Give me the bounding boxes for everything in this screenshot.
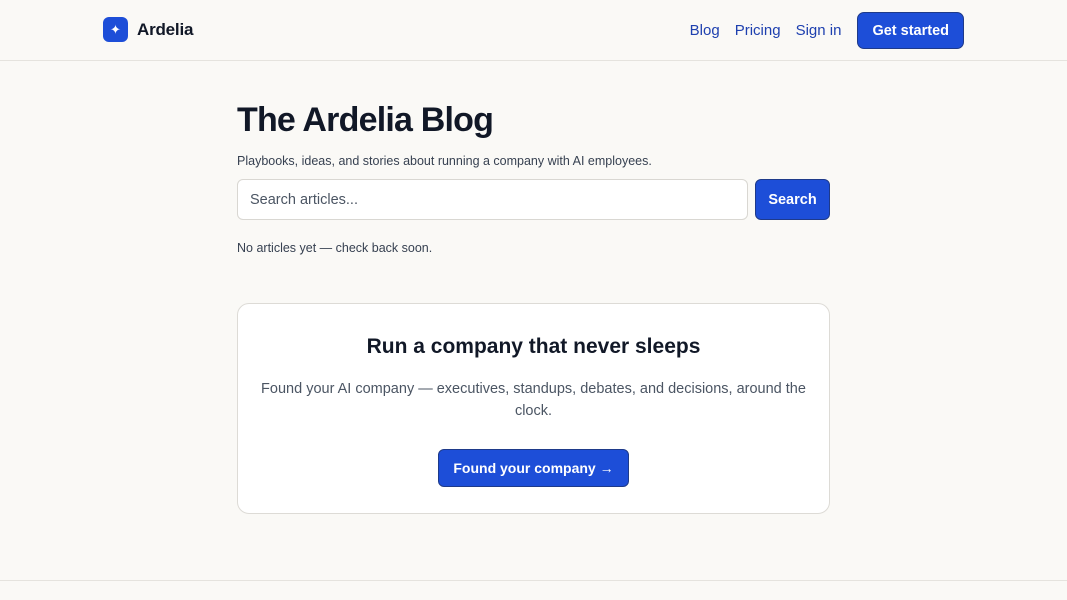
search-bar: Search (237, 179, 830, 220)
found-company-button[interactable]: Found your company → (438, 449, 629, 487)
nav-link-pricing[interactable]: Pricing (735, 22, 781, 39)
site-header: ✦ Ardelia Blog Pricing Sign in Get start… (0, 0, 1067, 61)
cta-card: Run a company that never sleeps Found yo… (237, 303, 830, 514)
page-title: The Ardelia Blog (237, 101, 494, 139)
brand-name: Ardelia (137, 19, 194, 39)
cta-title: Run a company that never sleeps (366, 335, 701, 358)
get-started-button[interactable]: Get started (857, 12, 964, 49)
blog-main: The Ardelia Blog Playbooks, ideas, and s… (237, 100, 830, 255)
nav-link-sign-in[interactable]: Sign in (796, 22, 842, 39)
search-button[interactable]: Search (755, 179, 830, 220)
search-input[interactable] (237, 179, 748, 220)
footer-divider (0, 580, 1067, 581)
cta-text: Found your AI company — executives, stan… (261, 381, 806, 419)
brand-link[interactable]: ✦ Ardelia (103, 17, 193, 42)
empty-state-message: No articles yet — check back soon. (237, 241, 433, 255)
nav-link-blog[interactable]: Blog (690, 22, 720, 39)
page-subtitle: Playbooks, ideas, and stories about runn… (237, 154, 652, 168)
sparkle-icon: ✦ (103, 17, 128, 42)
top-nav: Blog Pricing Sign in Get started (690, 12, 964, 49)
